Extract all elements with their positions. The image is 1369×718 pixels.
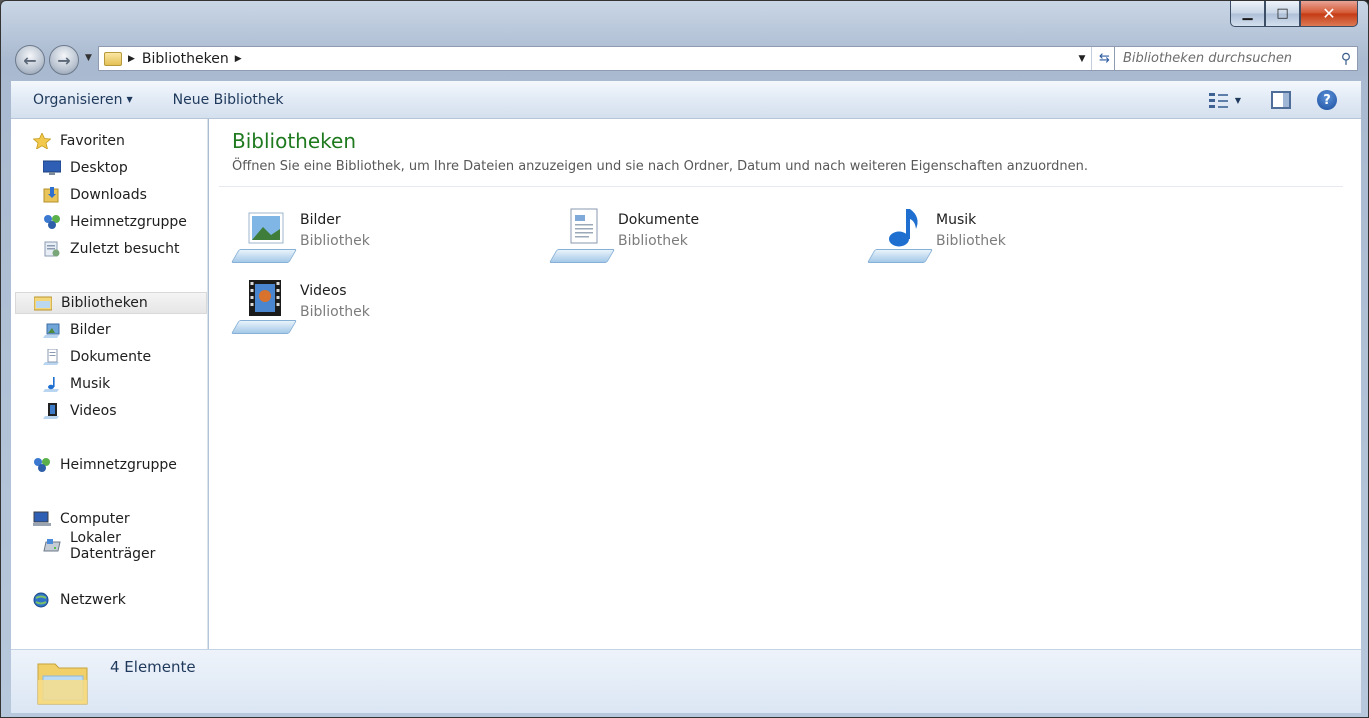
organize-label: Organisieren bbox=[33, 91, 123, 108]
search-box[interactable]: ⚲ bbox=[1114, 46, 1358, 71]
address-bar[interactable]: ▶ Bibliotheken ▶ ▼ ⇆ bbox=[98, 46, 1118, 71]
content-pane: Bibliotheken Öffnen Sie eine Bibliothek,… bbox=[209, 119, 1361, 649]
preview-pane-icon[interactable] bbox=[1271, 91, 1291, 109]
change-view-icon[interactable] bbox=[1208, 91, 1229, 109]
sidebar-item-homegroup[interactable]: Heimnetzgruppe bbox=[33, 454, 177, 476]
recent-pages-dropdown[interactable]: ▼ bbox=[85, 53, 92, 63]
sidebar-item-libraries[interactable]: Bibliotheken bbox=[15, 292, 207, 314]
address-controls: ▼ ⇆ bbox=[1073, 47, 1117, 70]
new-library-label: Neue Bibliothek bbox=[172, 91, 284, 108]
explorer-window: ▁ □ ✕ ← → ▼ ▶ Bibliotheken ▶ ▼ ⇆ ⚲ bbox=[0, 0, 1369, 718]
sidebar-item-label: Netzwerk bbox=[60, 592, 126, 608]
pictures-library-icon bbox=[230, 207, 298, 265]
pictures-icon bbox=[43, 322, 61, 338]
downloads-icon bbox=[43, 187, 61, 203]
library-tile-pictures[interactable]: Bilder Bibliothek bbox=[230, 207, 533, 269]
sidebar-item-documents[interactable]: Dokumente bbox=[43, 346, 151, 368]
item-count: 4 Elemente bbox=[110, 658, 196, 676]
back-arrow-icon: ← bbox=[23, 50, 37, 70]
details-pane: 4 Elemente bbox=[11, 649, 1361, 713]
address-history-dropdown[interactable]: ▼ bbox=[1073, 54, 1091, 64]
network-icon bbox=[33, 592, 51, 608]
documents-icon bbox=[43, 348, 61, 365]
sidebar-item-label: Bilder bbox=[70, 322, 111, 338]
sidebar-item-local-disk[interactable]: Lokaler Datenträger bbox=[43, 530, 207, 562]
sidebar-item-label: Dokumente bbox=[70, 349, 152, 365]
page-title: Bibliotheken bbox=[232, 129, 356, 153]
recent-places-icon bbox=[43, 241, 61, 257]
sidebar-item-label: Zuletzt besucht bbox=[70, 241, 180, 257]
library-type: Bibliothek bbox=[618, 233, 688, 249]
homegroup-icon bbox=[43, 214, 61, 230]
documents-library-icon bbox=[548, 207, 616, 265]
sidebar-item-label: Lokaler Datenträger bbox=[70, 530, 156, 562]
computer-icon bbox=[33, 511, 51, 527]
music-library-icon bbox=[866, 207, 934, 265]
view-options-dropdown[interactable]: ▼ bbox=[1235, 96, 1241, 105]
sidebar-item-pictures[interactable]: Bilder bbox=[43, 319, 111, 341]
libraries-folder-icon bbox=[104, 51, 122, 66]
navigation-pane: Favoriten Desktop Downloads Heimnetzgrup… bbox=[11, 119, 208, 649]
sidebar-item-label: Computer bbox=[60, 511, 130, 527]
sidebar-item-favorites[interactable]: Favoriten bbox=[32, 130, 125, 152]
library-type: Bibliothek bbox=[936, 233, 1006, 249]
sidebar-item-label: Desktop bbox=[70, 160, 128, 176]
forward-arrow-icon: → bbox=[57, 50, 71, 70]
libraries-folder-icon bbox=[33, 295, 53, 311]
videos-library-icon bbox=[230, 278, 298, 336]
homegroup-icon bbox=[33, 457, 51, 473]
library-name: Musik bbox=[936, 212, 977, 228]
forward-button[interactable]: → bbox=[49, 45, 79, 75]
sidebar-item-label: Heimnetzgruppe bbox=[60, 457, 177, 473]
sidebar-item-computer[interactable]: Computer bbox=[33, 508, 130, 530]
page-description: Öffnen Sie eine Bibliothek, um Ihre Date… bbox=[232, 159, 1089, 174]
search-icon[interactable]: ⚲ bbox=[1335, 51, 1357, 67]
organize-button[interactable]: Organisieren ▼ bbox=[11, 92, 151, 108]
help-icon[interactable]: ? bbox=[1317, 90, 1337, 110]
toolbar-right: ▼ ? bbox=[1208, 81, 1361, 119]
sidebar-item-music[interactable]: Musik bbox=[43, 373, 110, 395]
sidebar-item-label: Bibliotheken bbox=[61, 295, 148, 311]
star-icon bbox=[32, 132, 52, 150]
desktop-icon bbox=[42, 160, 62, 176]
local-disk-icon bbox=[43, 538, 61, 554]
minimize-button[interactable]: ▁ bbox=[1230, 1, 1265, 27]
sidebar-item-desktop[interactable]: Desktop bbox=[42, 157, 128, 179]
sidebar-item-homegroup-fav[interactable]: Heimnetzgruppe bbox=[43, 211, 187, 233]
sidebar-item-network[interactable]: Netzwerk bbox=[33, 589, 126, 611]
back-button[interactable]: ← bbox=[15, 45, 45, 75]
library-name: Bilder bbox=[300, 212, 341, 228]
libraries-folder-icon bbox=[37, 658, 89, 706]
maximize-button[interactable]: □ bbox=[1265, 1, 1300, 27]
library-type: Bibliothek bbox=[300, 233, 370, 249]
sidebar-item-downloads[interactable]: Downloads bbox=[43, 184, 147, 206]
breadcrumb-libraries[interactable]: Bibliotheken bbox=[142, 51, 229, 67]
sidebar-item-label: Downloads bbox=[70, 187, 147, 203]
command-bar: Organisieren ▼ Neue Bibliothek ▼ ? bbox=[11, 81, 1361, 119]
library-tile-documents[interactable]: Dokumente Bibliothek bbox=[548, 207, 851, 269]
close-button[interactable]: ✕ bbox=[1300, 1, 1358, 27]
sidebar-item-label: Videos bbox=[70, 403, 117, 419]
library-name: Dokumente bbox=[618, 212, 700, 228]
sidebar-item-label: Favoriten bbox=[60, 133, 125, 149]
music-icon bbox=[43, 376, 61, 392]
search-input[interactable] bbox=[1123, 51, 1335, 66]
caption-buttons: ▁ □ ✕ bbox=[1230, 1, 1358, 27]
sidebar-item-recent[interactable]: Zuletzt besucht bbox=[43, 238, 179, 260]
library-tile-videos[interactable]: Videos Bibliothek bbox=[230, 278, 533, 340]
library-type: Bibliothek bbox=[300, 304, 370, 320]
divider bbox=[219, 186, 1343, 187]
sidebar-item-label: Musik bbox=[70, 376, 111, 392]
videos-icon bbox=[43, 403, 61, 419]
new-library-button[interactable]: Neue Bibliothek bbox=[151, 92, 302, 108]
sidebar-item-label: Heimnetzgruppe bbox=[70, 214, 187, 230]
sidebar-item-videos[interactable]: Videos bbox=[43, 400, 117, 422]
chevron-right-icon[interactable]: ▶ bbox=[128, 54, 135, 64]
chevron-right-icon[interactable]: ▶ bbox=[235, 54, 242, 64]
chevron-down-icon: ▼ bbox=[126, 94, 133, 104]
navigation-row: ← → ▼ ▶ Bibliotheken ▶ ▼ ⇆ ⚲ bbox=[11, 39, 1361, 77]
library-tile-music[interactable]: Musik Bibliothek bbox=[866, 207, 1169, 269]
library-name: Videos bbox=[300, 283, 347, 299]
